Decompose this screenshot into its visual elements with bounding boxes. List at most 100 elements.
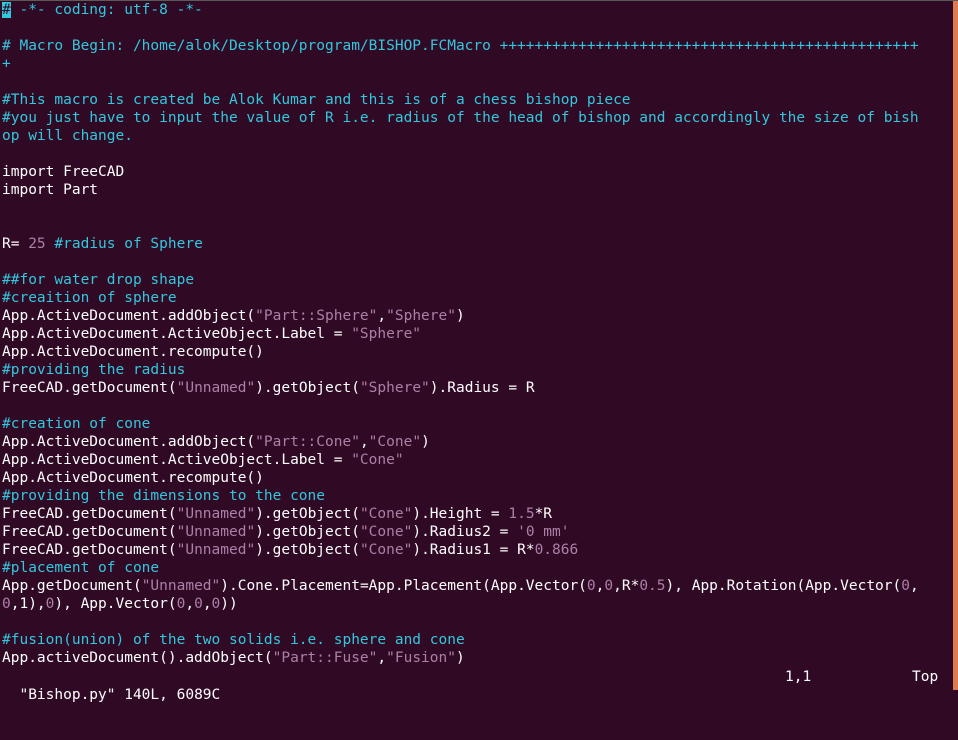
code-line[interactable]: #providing the dimensions to the cone [2, 487, 950, 505]
number-token: 1.5 [508, 506, 535, 522]
code-line[interactable]: App.ActiveDocument.ActiveObject.Label = … [2, 325, 950, 343]
status-line: "Bishop.py" 140L, 6089C 1,1 Top [2, 668, 942, 703]
code-line[interactable]: FreeCAD.getDocument("Unnamed").getObject… [2, 505, 950, 523]
number-token: 0 [2, 596, 11, 612]
code-token: ).Radius = R [429, 380, 535, 396]
code-token: R= [2, 236, 29, 252]
number-token: 0 [194, 596, 203, 612]
code-line[interactable] [2, 145, 950, 163]
code-line[interactable]: #providing the radius [2, 361, 950, 379]
code-editor[interactable]: # -*- coding: utf-8 -*- # Macro Begin: /h… [2, 1, 950, 667]
code-line[interactable]: App.ActiveDocument.addObject("Part::Sphe… [2, 307, 950, 325]
text-cursor: # [2, 2, 11, 18]
code-line[interactable] [2, 613, 950, 631]
cursor-position: 1,1 [785, 669, 812, 685]
comment-token: ##for water drop shape [2, 272, 195, 288]
code-line[interactable] [2, 253, 950, 271]
string-token: "Cone" [359, 506, 413, 522]
string-token: "Fusion" [386, 650, 456, 666]
comment-token: #This macro is created be Alok Kumar and… [2, 92, 631, 108]
comment-token: #creation of cone [2, 416, 151, 432]
code-token: ).Radius1 = R* [412, 542, 535, 558]
code-token: ) [455, 650, 465, 666]
comment-token: # Macro Begin: /home/alok/Desktop/progra… [2, 38, 919, 54]
code-line[interactable] [2, 397, 950, 415]
code-token: FreeCAD.getDocument( [2, 524, 177, 540]
code-line[interactable]: App.getDocument("Unnamed").Cone.Placemen… [2, 577, 950, 595]
number-token: 0 [901, 578, 910, 594]
code-line[interactable] [2, 19, 950, 37]
code-line[interactable]: App.activeDocument().addObject("Part::Fu… [2, 649, 950, 667]
code-token: App.ActiveDocument.addObject( [2, 434, 256, 450]
code-line[interactable]: #fusion(union) of the two solids i.e. sp… [2, 631, 950, 649]
number-token: 0.866 [534, 542, 579, 558]
code-line[interactable]: + [2, 55, 950, 73]
code-line[interactable]: ##for water drop shape [2, 271, 950, 289]
code-token: , [185, 596, 195, 612]
string-token: "Cone" [359, 542, 413, 558]
string-token: "Unnamed" [176, 506, 256, 522]
string-token: "Cone" [368, 434, 422, 450]
code-token: ).Cone.Placement=App.Placement(App.Vecto… [220, 578, 587, 594]
code-token: App.ActiveDocument.ActiveObject.Label = [2, 452, 352, 468]
scrollbar[interactable] [953, 1, 958, 690]
code-token: ,R* [613, 578, 640, 594]
string-token: "Unnamed" [176, 380, 256, 396]
code-line[interactable] [2, 217, 950, 235]
comment-token: #providing the radius [2, 362, 186, 378]
code-line[interactable]: R= 25 #radius of Sphere [2, 235, 950, 253]
code-line[interactable]: App.ActiveDocument.ActiveObject.Label = … [2, 451, 950, 469]
code-token: ).getObject( [255, 524, 360, 540]
code-token: , [377, 308, 387, 324]
code-line[interactable]: FreeCAD.getDocument("Unnamed").getObject… [2, 379, 950, 397]
code-line[interactable]: # Macro Begin: /home/alok/Desktop/progra… [2, 37, 950, 55]
code-line[interactable]: 0,1),0), App.Vector(0,0,0)) [2, 595, 950, 613]
number-token: 0.5 [639, 578, 666, 594]
code-line[interactable]: #creaition of sphere [2, 289, 950, 307]
code-line[interactable]: #you just have to input the value of R i… [2, 109, 950, 127]
code-line[interactable]: #creation of cone [2, 415, 950, 433]
code-token: )) [220, 596, 238, 612]
string-token: "Unnamed" [141, 578, 221, 594]
code-token: ) [455, 308, 465, 324]
string-token: "Sphere" [351, 326, 422, 342]
number-token: 0 [604, 578, 614, 594]
code-token: ).getObject( [255, 506, 360, 522]
code-token: ).Height = [412, 506, 509, 522]
code-line[interactable]: App.ActiveDocument.recompute() [2, 343, 950, 361]
comment-token: #you just have to input the value of R i… [2, 110, 919, 126]
comment-token: op will change. [2, 128, 133, 144]
code-line[interactable]: App.ActiveDocument.recompute() [2, 469, 950, 487]
file-info: "Bishop.py" 140L, 6089C [19, 687, 221, 703]
code-token: FreeCAD.getDocument( [2, 542, 177, 558]
code-line[interactable]: FreeCAD.getDocument("Unnamed").getObject… [2, 523, 950, 541]
code-line[interactable]: #This macro is created be Alok Kumar and… [2, 91, 950, 109]
string-token: "Unnamed" [176, 542, 256, 558]
code-token: import Part [2, 182, 99, 198]
code-line[interactable] [2, 199, 950, 217]
code-line[interactable] [2, 73, 950, 91]
comment-token: + [2, 56, 11, 72]
code-token: ), App.Vector( [54, 596, 177, 612]
code-line[interactable]: # -*- coding: utf-8 -*- [2, 1, 950, 19]
code-token: App.activeDocument().addObject( [2, 650, 273, 666]
code-token: , [377, 650, 387, 666]
string-token: "Part::Cone" [255, 434, 360, 450]
comment-token: #radius of Sphere [45, 236, 203, 252]
code-token: App.ActiveDocument.recompute() [2, 344, 264, 360]
code-token: FreeCAD.getDocument( [2, 380, 177, 396]
string-token: "Part::Fuse" [272, 650, 378, 666]
code-line[interactable]: App.ActiveDocument.addObject("Part::Cone… [2, 433, 950, 451]
string-token: "Sphere" [359, 380, 430, 396]
code-token: import FreeCAD [2, 164, 125, 180]
code-line[interactable]: import FreeCAD [2, 163, 950, 181]
code-line[interactable]: op will change. [2, 127, 950, 145]
code-line[interactable]: FreeCAD.getDocument("Unnamed").getObject… [2, 541, 950, 559]
number-token: 0 [586, 578, 596, 594]
code-token: FreeCAD.getDocument( [2, 506, 177, 522]
code-token: , [202, 596, 212, 612]
number-token: 0 [211, 596, 221, 612]
code-line[interactable]: #placement of cone [2, 559, 950, 577]
code-line[interactable]: import Part [2, 181, 950, 199]
string-token: "Part::Sphere" [255, 308, 378, 324]
